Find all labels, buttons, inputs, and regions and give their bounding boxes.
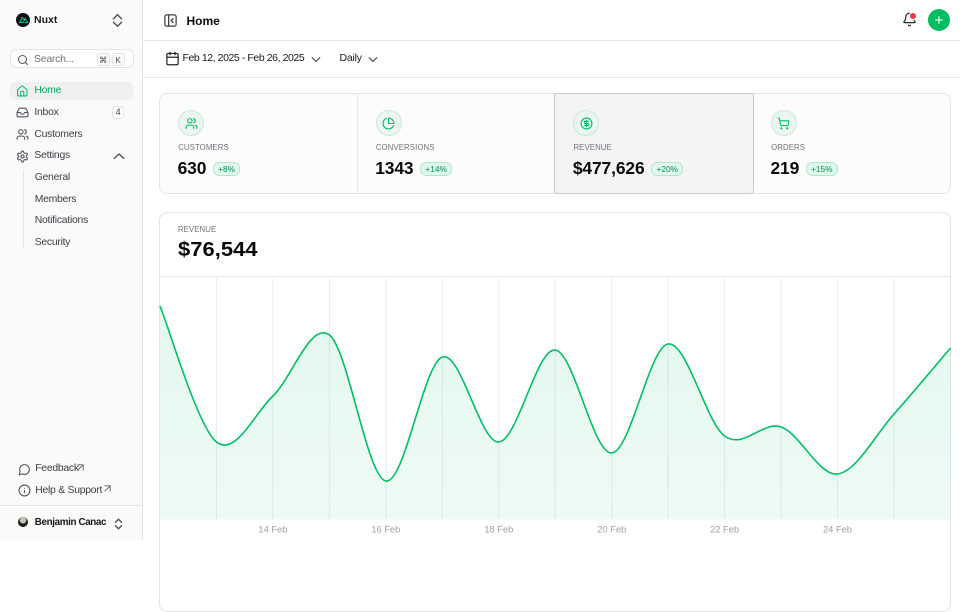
svg-text:18 Feb: 18 Feb — [484, 524, 513, 534]
svg-text:24 Feb: 24 Feb — [823, 524, 852, 534]
svg-text:20 Feb: 20 Feb — [597, 524, 626, 534]
svg-text:14 Feb: 14 Feb — [258, 524, 287, 534]
svg-text:22 Feb: 22 Feb — [710, 524, 739, 534]
svg-text:16 Feb: 16 Feb — [371, 524, 400, 534]
